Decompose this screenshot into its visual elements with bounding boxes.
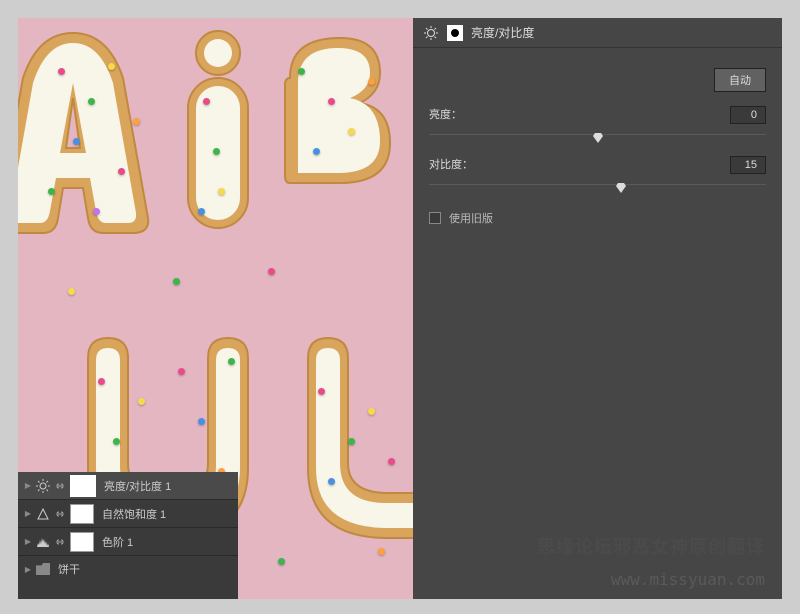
contrast-slider-row: 对比度： 15 — [429, 156, 766, 192]
watermark-text: 思缘论坛邪恶女神原创翻译 — [537, 533, 765, 559]
contrast-value[interactable]: 15 — [730, 156, 766, 174]
layer-label: 自然饱和度 1 — [102, 506, 166, 522]
brightness-slider-row: 亮度： 0 — [429, 106, 766, 142]
legacy-checkbox-row[interactable]: 使用旧版 — [429, 210, 766, 226]
layer-mask-thumb[interactable] — [70, 504, 94, 524]
link-icon — [54, 536, 66, 548]
folder-icon — [36, 563, 50, 575]
properties-header: 亮度/对比度 — [413, 18, 782, 48]
triangle-icon — [36, 507, 50, 521]
sun-icon — [423, 25, 439, 41]
layer-mask-thumb[interactable] — [70, 532, 94, 552]
auto-button[interactable]: 自动 — [714, 68, 766, 92]
chevron-icon: ▶ — [24, 565, 32, 573]
sun-icon — [36, 479, 50, 493]
levels-icon — [36, 535, 50, 549]
brightness-value[interactable]: 0 — [730, 106, 766, 124]
layer-label: 色阶 1 — [102, 534, 133, 550]
layer-mask-thumb[interactable] — [70, 475, 96, 497]
layers-panel: ▶ 亮度/对比度 1 ▶ 自然饱和度 1 ▶ 色阶 1 ▶ 饼干 — [18, 472, 238, 599]
layer-label: 亮度/对比度 1 — [104, 478, 171, 494]
checkbox-icon[interactable] — [429, 212, 441, 224]
contrast-label: 对比度： — [429, 156, 473, 174]
panel-title: 亮度/对比度 — [471, 24, 534, 41]
brightness-label: 亮度： — [429, 106, 462, 124]
link-icon — [54, 480, 66, 492]
mask-icon — [447, 25, 463, 41]
folder-label: 饼干 — [58, 561, 80, 577]
properties-panel: 亮度/对比度 自动 亮度： 0 对比度： 15 使用旧版 — [413, 18, 782, 599]
layer-row-vibrance[interactable]: ▶ 自然饱和度 1 — [18, 500, 238, 528]
chevron-icon: ▶ — [24, 482, 32, 490]
chevron-icon: ▶ — [24, 538, 32, 546]
chevron-icon: ▶ — [24, 510, 32, 518]
brightness-slider[interactable] — [429, 130, 766, 142]
layer-row-levels[interactable]: ▶ 色阶 1 — [18, 528, 238, 556]
contrast-slider[interactable] — [429, 180, 766, 192]
layer-row-brightness-contrast[interactable]: ▶ 亮度/对比度 1 — [18, 472, 238, 500]
link-icon — [54, 508, 66, 520]
legacy-label: 使用旧版 — [449, 210, 493, 226]
layer-folder-row[interactable]: ▶ 饼干 — [18, 556, 238, 582]
watermark-url: www.missyuan.com — [611, 570, 765, 589]
